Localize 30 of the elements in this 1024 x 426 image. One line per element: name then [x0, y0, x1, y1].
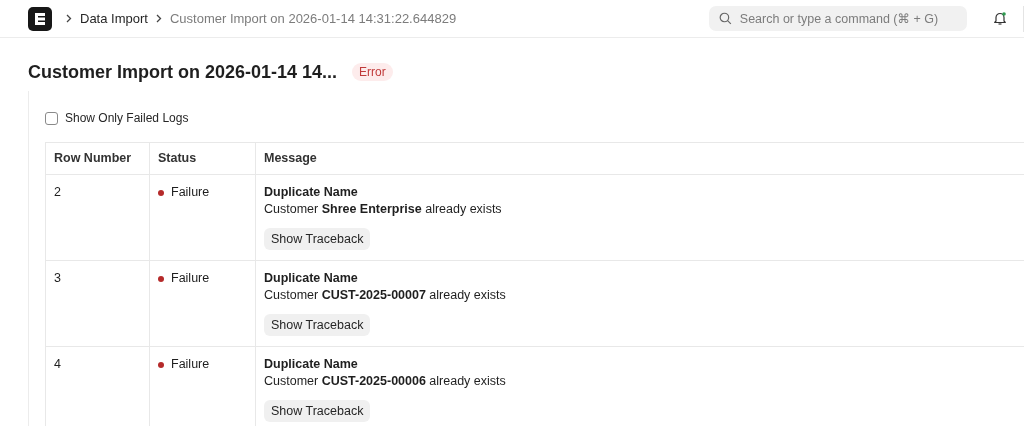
- status-text: Failure: [171, 185, 210, 199]
- search-field[interactable]: Search or type a command (⌘ + G): [709, 6, 967, 31]
- checkbox[interactable]: [45, 111, 58, 125]
- checkbox-label: Show Only Failed Logs: [65, 111, 189, 125]
- app-logo-icon[interactable]: [28, 6, 52, 31]
- chevron-icon: [66, 14, 72, 23]
- table-cell: 4: [46, 347, 150, 426]
- search-icon: [719, 12, 732, 25]
- status-badge: Error: [352, 63, 393, 81]
- show-traceback-button[interactable]: Show Traceback: [264, 314, 371, 336]
- column-header: Row Number: [46, 143, 150, 174]
- message-text: Customer CUST-2025-00006 already exists: [264, 374, 506, 388]
- breadcrumb-link[interactable]: Customer Import on 2026-01-14 14:31:22.644829: [169, 11, 457, 26]
- message-title: Duplicate Name: [264, 357, 358, 371]
- breadcrumb-link[interactable]: Data Import: [80, 11, 148, 26]
- status-text: Failure: [171, 357, 210, 371]
- table-cell: 2: [46, 175, 150, 260]
- message-title: Duplicate Name: [264, 185, 358, 199]
- notification-bell-icon[interactable]: [993, 11, 1007, 26]
- show-traceback-button[interactable]: Show Traceback: [264, 400, 371, 422]
- message-title: Duplicate Name: [264, 271, 358, 285]
- show-traceback-button[interactable]: Show Traceback: [264, 228, 371, 250]
- table-cell: 3: [46, 261, 150, 346]
- column-header: Status: [150, 143, 256, 174]
- chevron-icon: [155, 14, 162, 23]
- status-text: Failure: [171, 271, 210, 285]
- message-text: Customer CUST-2025-00007 already exists: [264, 288, 506, 302]
- column-header: Message: [256, 143, 1024, 174]
- page-title: Customer Import on 2026-01-14 14...: [28, 61, 338, 83]
- message-text: Customer Shree Enterprise already exists: [264, 202, 502, 216]
